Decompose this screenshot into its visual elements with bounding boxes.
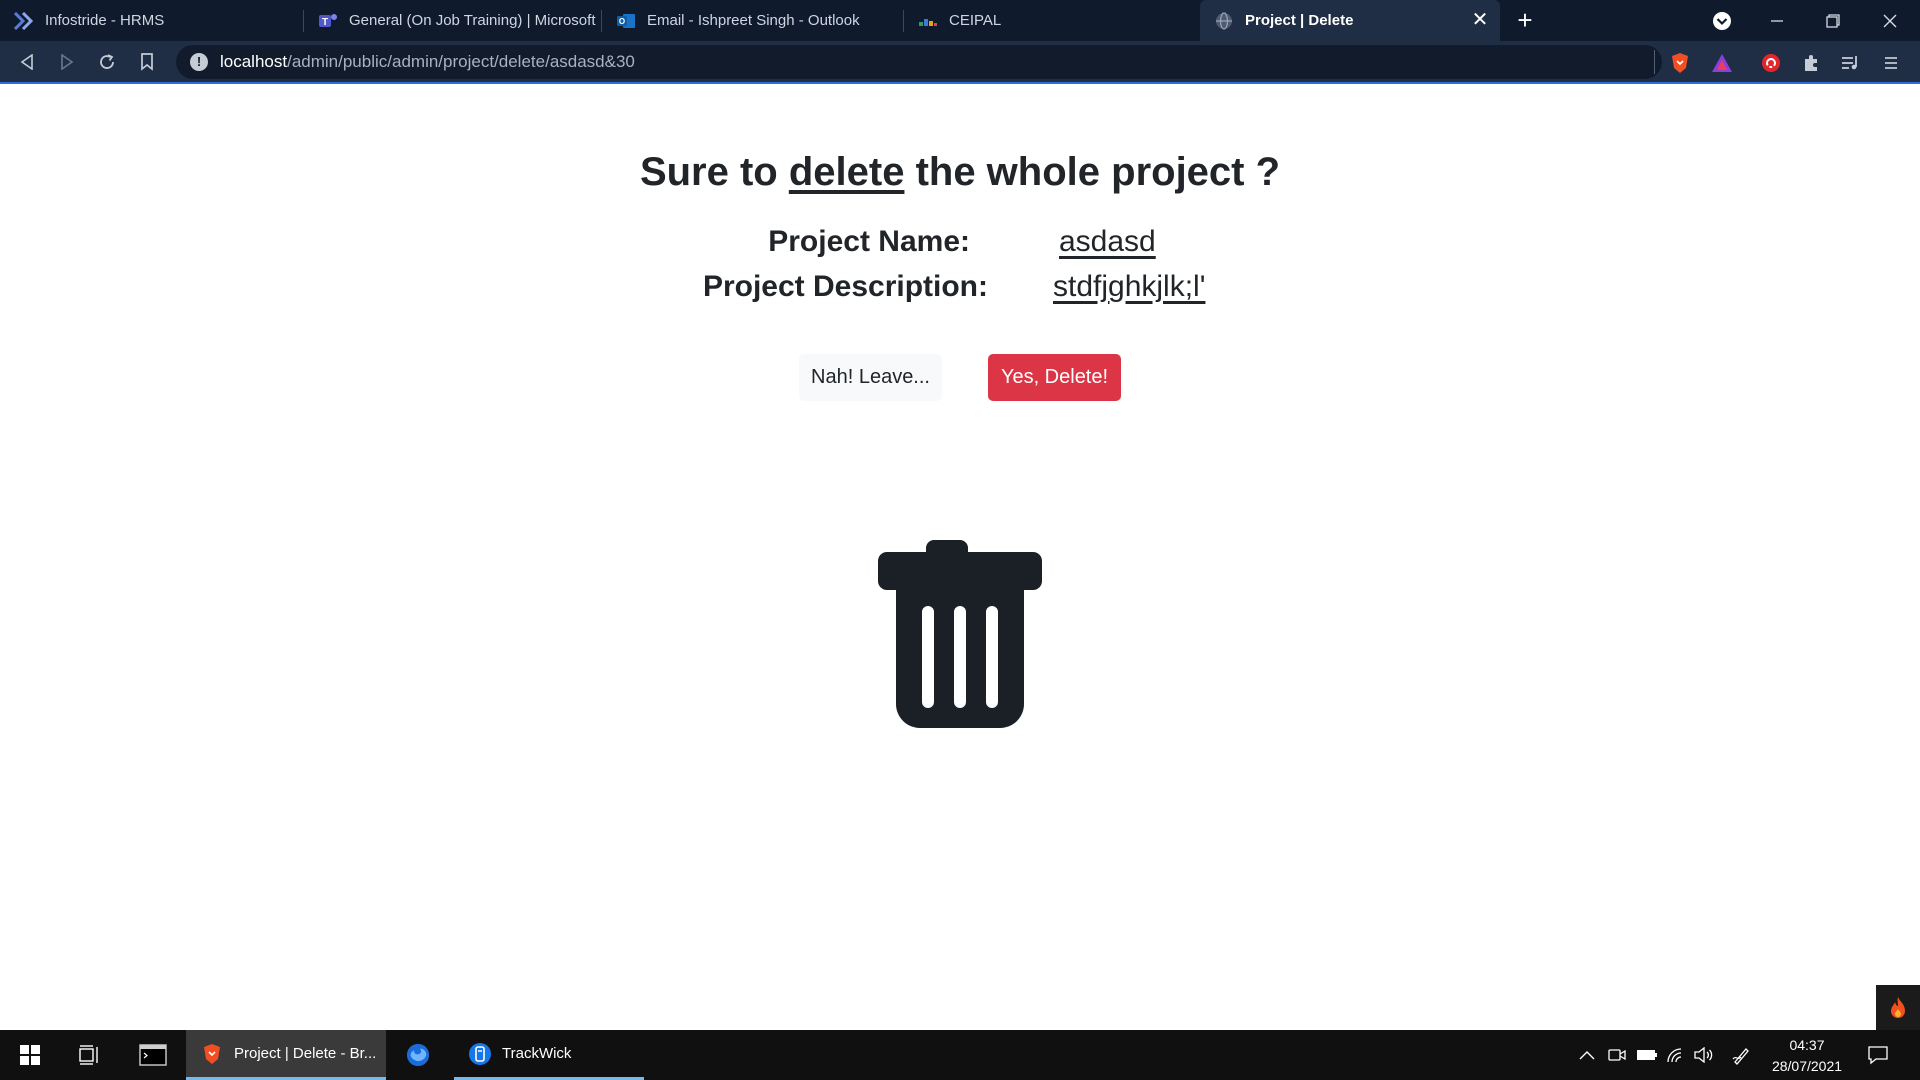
show-hidden-icons-icon[interactable] bbox=[1575, 1043, 1599, 1067]
title-emphasis: delete bbox=[788, 150, 905, 194]
title-prefix: Sure to bbox=[639, 150, 789, 194]
notifications-icon[interactable] bbox=[1866, 1043, 1890, 1067]
restore-window-icon[interactable] bbox=[1805, 0, 1861, 41]
forward-icon[interactable] bbox=[52, 47, 82, 77]
title-suffix: the whole project ? bbox=[904, 150, 1281, 194]
tab-infostride-hrms[interactable]: Infostride - HRMS bbox=[0, 0, 300, 41]
clock-date: 28/07/2021 bbox=[1771, 1058, 1843, 1074]
site-info-icon[interactable]: ! bbox=[190, 53, 208, 71]
project-description-value: stdfjghkjlk;l' bbox=[1053, 270, 1206, 303]
tab-label: Infostride - HRMS bbox=[45, 12, 165, 29]
outlook-icon: O bbox=[616, 11, 636, 31]
project-description-label: Project Description: bbox=[702, 270, 988, 303]
toolbar-divider bbox=[1654, 50, 1655, 74]
tab-project-delete[interactable]: Project | Delete ✕ bbox=[1200, 0, 1500, 41]
tab-ceipal[interactable]: CEIPAL bbox=[904, 0, 1194, 41]
page-title: Sure to delete the whole project ? bbox=[0, 150, 1920, 195]
browser-toolbar: ! localhost/admin/public/admin/project/d… bbox=[0, 41, 1920, 84]
brave-rewards-icon[interactable] bbox=[1708, 49, 1736, 77]
meet-now-icon[interactable] bbox=[1605, 1043, 1629, 1067]
fire-icon[interactable] bbox=[1876, 985, 1920, 1030]
clock-time: 04:37 bbox=[1789, 1037, 1825, 1053]
ceipal-icon bbox=[918, 11, 938, 31]
system-clock[interactable]: 04:37 28/07/2021 bbox=[1752, 1035, 1862, 1077]
tab-search-icon[interactable] bbox=[1694, 0, 1750, 41]
browser-tab-strip: Infostride - HRMS T General (On Job Trai… bbox=[0, 0, 1920, 41]
trackwick-icon bbox=[468, 1042, 492, 1066]
taskbar-app-label: TrackWick bbox=[502, 1045, 572, 1062]
brave-icon bbox=[200, 1042, 224, 1066]
url-path: /admin/public/admin/project/delete/asdas… bbox=[287, 52, 635, 71]
taskbar-app-brave[interactable]: Project | Delete - Br... bbox=[186, 1030, 386, 1080]
infostride-icon bbox=[14, 11, 34, 31]
browser-menu-icon[interactable] bbox=[1877, 49, 1905, 77]
taskbar-app-label: Project | Delete - Br... bbox=[234, 1045, 377, 1062]
windows-taskbar: Project | Delete - Br... TrackWick 04:37… bbox=[0, 1030, 1920, 1080]
pen-workspace-icon[interactable] bbox=[1730, 1043, 1754, 1067]
close-tab-icon[interactable]: ✕ bbox=[1470, 10, 1490, 30]
page-content: Sure to delete the whole project ? Proje… bbox=[0, 84, 1920, 1030]
battery-icon[interactable] bbox=[1635, 1043, 1659, 1067]
taskbar-app-firefox[interactable] bbox=[392, 1030, 444, 1080]
svg-text:O: O bbox=[619, 17, 625, 26]
windows-start-icon[interactable] bbox=[8, 1030, 52, 1080]
url-host: localhost bbox=[220, 52, 288, 71]
firefox-icon bbox=[406, 1043, 430, 1067]
taskbar-app-trackwick[interactable]: TrackWick bbox=[454, 1030, 644, 1080]
volume-icon[interactable] bbox=[1692, 1043, 1716, 1067]
tab-label: Project | Delete bbox=[1245, 12, 1354, 29]
minimize-window-icon[interactable] bbox=[1749, 0, 1805, 41]
leave-button[interactable]: Nah! Leave... bbox=[799, 354, 942, 401]
brave-shields-icon[interactable] bbox=[1666, 49, 1694, 77]
wifi-icon[interactable] bbox=[1664, 1043, 1688, 1067]
terminal-icon[interactable] bbox=[128, 1030, 178, 1080]
extension-red-icon[interactable] bbox=[1757, 49, 1785, 77]
extensions-puzzle-icon[interactable] bbox=[1797, 49, 1825, 77]
tab-label: General (On Job Training) | Microsoft T bbox=[349, 12, 598, 29]
tab-outlook-email[interactable]: O Email - Ishpreet Singh - Outlook bbox=[602, 0, 900, 41]
teams-icon: T bbox=[318, 11, 338, 31]
task-view-icon[interactable] bbox=[68, 1030, 112, 1080]
svg-text:T: T bbox=[322, 17, 328, 28]
bookmark-icon[interactable] bbox=[132, 47, 162, 77]
tab-label: CEIPAL bbox=[949, 12, 1002, 29]
globe-icon bbox=[1214, 11, 1234, 31]
reload-icon[interactable] bbox=[92, 47, 122, 77]
confirm-delete-button[interactable]: Yes, Delete! bbox=[988, 354, 1121, 401]
media-playlist-icon[interactable] bbox=[1837, 49, 1865, 77]
trash-can-icon bbox=[878, 540, 1042, 730]
tab-label: Email - Ishpreet Singh - Outlook bbox=[647, 12, 860, 29]
address-bar[interactable]: ! localhost/admin/public/admin/project/d… bbox=[176, 45, 1662, 79]
tab-teams-general[interactable]: T General (On Job Training) | Microsoft … bbox=[304, 0, 598, 41]
new-tab-button[interactable]: + bbox=[1510, 6, 1540, 36]
close-window-icon[interactable] bbox=[1862, 0, 1918, 41]
project-name-value: asdasd bbox=[1059, 225, 1156, 258]
back-icon[interactable] bbox=[12, 47, 42, 77]
project-name-label: Project Name: bbox=[768, 225, 970, 258]
